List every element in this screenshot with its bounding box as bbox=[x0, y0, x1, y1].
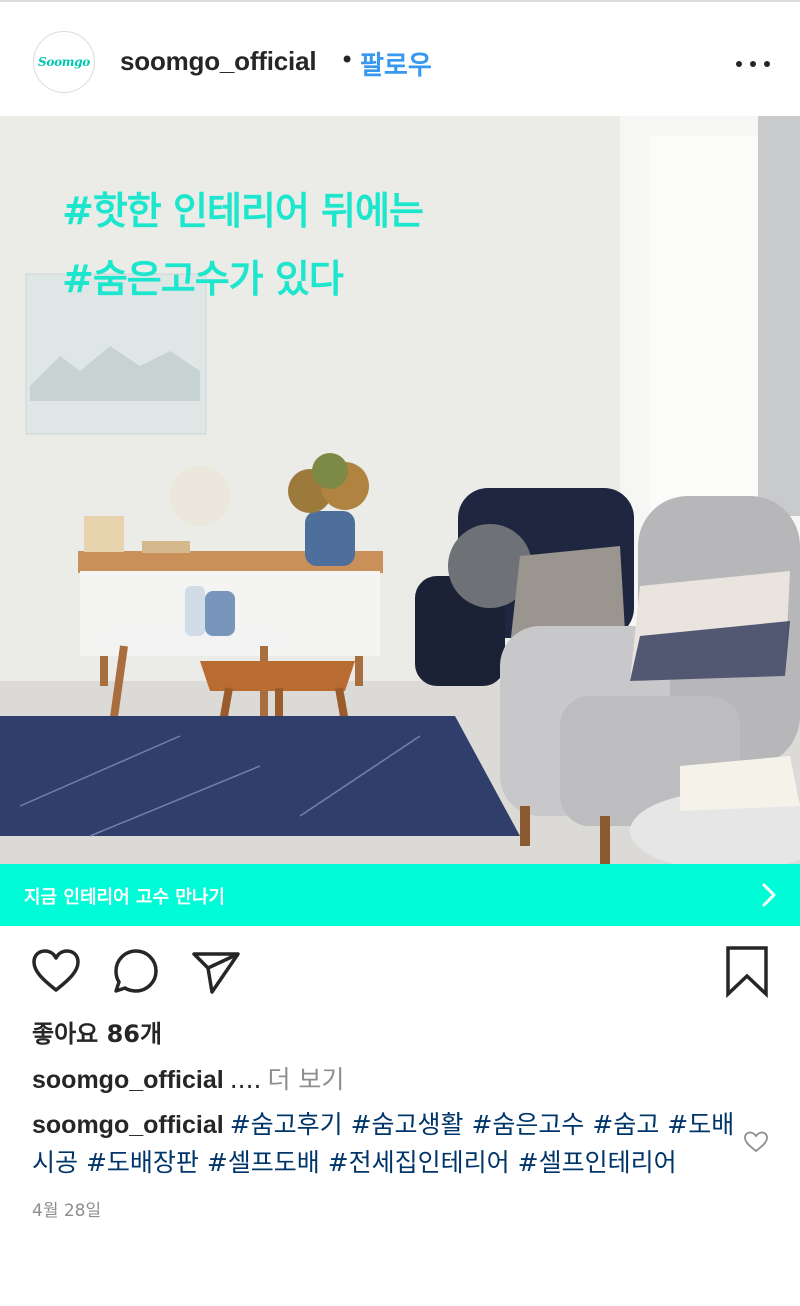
post-image[interactable]: #핫한 인테리어 뒤에는 #숨은고수가 있다 bbox=[0, 116, 800, 864]
separator-dot: • bbox=[340, 46, 355, 74]
caption: soomgo_official.... 더 보기 bbox=[32, 1064, 344, 1096]
caption-username[interactable]: soomgo_official bbox=[32, 1066, 224, 1094]
heart-icon[interactable] bbox=[30, 946, 82, 998]
overlay-text-line1: #핫한 인테리어 뒤에는 bbox=[62, 189, 424, 233]
overlay-text-line2: #숨은고수가 있다 bbox=[62, 257, 344, 301]
avatar[interactable]: Soomgo bbox=[33, 31, 95, 93]
comment-icon[interactable] bbox=[110, 946, 162, 998]
post-header: Soomgo soomgo_official • 팔로우 bbox=[0, 2, 800, 116]
send-icon[interactable] bbox=[190, 946, 242, 998]
caption-ellipsis: .... bbox=[229, 1065, 262, 1094]
dot bbox=[750, 61, 756, 67]
like-count[interactable]: 좋아요 86개 bbox=[32, 1014, 162, 1049]
chevron-right-icon bbox=[762, 883, 776, 907]
cta-banner[interactable]: 지금 인테리어 고수 만나기 bbox=[0, 864, 800, 926]
cta-label: 지금 인테리어 고수 만나기 bbox=[24, 887, 225, 908]
more-link[interactable]: 더 보기 bbox=[267, 1065, 344, 1094]
post-date: 4월 28일 bbox=[32, 1201, 102, 1221]
more-options-icon[interactable] bbox=[736, 54, 770, 74]
action-bar bbox=[0, 926, 800, 1016]
dot bbox=[736, 61, 742, 67]
comment-username[interactable]: soomgo_official bbox=[32, 1111, 224, 1139]
avatar-logo-text: Soomgo bbox=[38, 55, 90, 69]
dot bbox=[764, 61, 770, 67]
follow-button[interactable]: 팔로우 bbox=[360, 45, 432, 82]
bookmark-icon[interactable] bbox=[722, 946, 772, 999]
post-username[interactable]: soomgo_official bbox=[120, 46, 317, 77]
comment-like-icon[interactable] bbox=[742, 1130, 770, 1154]
comment: soomgo_official #숨고후기 #숨고생활 #숨은고수 #숨고 #도배… bbox=[32, 1106, 742, 1181]
